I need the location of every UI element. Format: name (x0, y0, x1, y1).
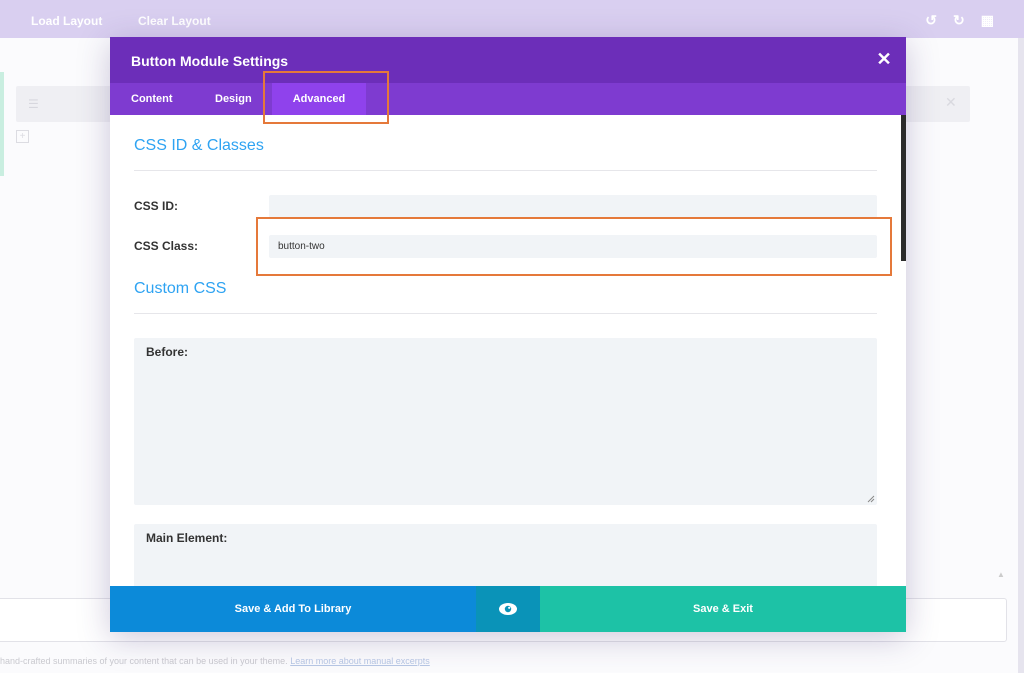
divider (134, 170, 877, 171)
excerpt-note-text: hand-crafted summaries of your content t… (0, 656, 288, 666)
modal-title: Button Module Settings (131, 53, 289, 69)
menu-icon: ☰ (28, 97, 39, 111)
css-id-input[interactable] (269, 195, 877, 218)
save-add-to-library-button[interactable]: Save & Add To Library (110, 586, 476, 632)
scrollbar[interactable] (901, 115, 906, 261)
before-css-label: Before: (146, 345, 189, 359)
page-edge (1018, 38, 1024, 673)
collapse-caret-icon: ▲ (997, 570, 1005, 579)
excerpt-note: hand-crafted summaries of your content t… (0, 656, 430, 666)
builder-top-bar: Load Layout Clear Layout ↺ ↻ ▦ (0, 0, 1024, 38)
before-css-textarea[interactable]: Before: (134, 338, 877, 505)
save-exit-button[interactable]: Save & Exit (540, 586, 906, 632)
custom-css-heading[interactable]: Custom CSS (134, 280, 226, 298)
css-class-highlight (256, 217, 892, 276)
main-element-css-label: Main Element: (146, 531, 228, 545)
resize-grip-icon[interactable] (867, 495, 875, 503)
close-icon[interactable]: ✕ (874, 49, 894, 69)
settings-tab-bar: Content Design Advanced (110, 83, 906, 115)
main-element-css-textarea[interactable]: Main Element: (134, 524, 877, 586)
css-class-label: CSS Class: (134, 239, 199, 253)
modal-header: Button Module Settings ✕ (110, 37, 906, 83)
add-module-icon: + (16, 130, 29, 143)
css-id-classes-heading[interactable]: CSS ID & Classes (134, 137, 264, 155)
preview-button[interactable] (476, 586, 540, 632)
css-id-label: CSS ID: (134, 199, 179, 213)
section-indicator (0, 72, 4, 176)
clear-layout-button[interactable]: Clear Layout (138, 14, 211, 28)
tab-content[interactable]: Content (131, 83, 175, 115)
eye-icon (499, 603, 517, 615)
excerpt-learn-more-link[interactable]: Learn more about manual excerpts (290, 656, 430, 666)
load-layout-button[interactable]: Load Layout (31, 14, 102, 28)
advanced-tab-highlight (263, 71, 389, 124)
topbar-icons: ↺ ↻ ▦ (925, 12, 994, 29)
button-module-settings-modal: Button Module Settings ✕ Content Design … (110, 37, 906, 632)
undo-icon[interactable]: ↺ (925, 12, 937, 29)
history-icon[interactable]: ▦ (981, 12, 994, 29)
divider (134, 313, 877, 314)
modal-body: CSS ID & Classes CSS ID: CSS Class: Cust… (110, 115, 906, 586)
modal-footer: Save & Add To Library Save & Exit (110, 586, 906, 632)
redo-icon[interactable]: ↻ (953, 12, 965, 29)
tab-design[interactable]: Design (215, 83, 253, 115)
module-close-icon: ✕ (945, 94, 957, 110)
